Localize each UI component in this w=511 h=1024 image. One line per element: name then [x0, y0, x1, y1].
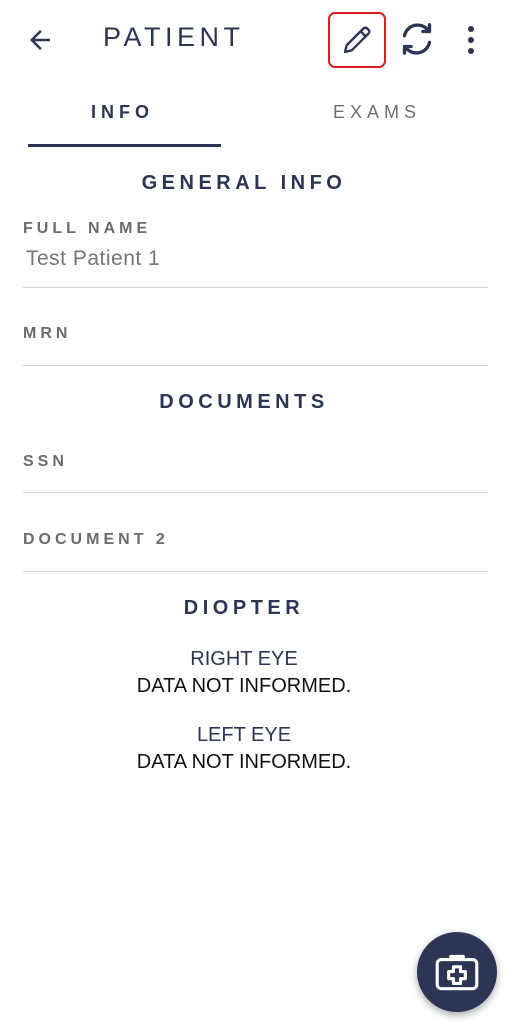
divider — [23, 365, 488, 366]
new-exam-fab[interactable] — [417, 932, 497, 1012]
more-vertical-icon — [468, 26, 474, 54]
full-name-label: FULL NAME — [23, 220, 152, 237]
tab-exams[interactable]: EXAMS — [333, 102, 421, 123]
tab-indicator — [28, 144, 221, 147]
sync-button[interactable] — [396, 18, 438, 60]
tab-bar: INFO EXAMS — [0, 92, 511, 150]
sync-icon — [402, 23, 432, 55]
ssn-label: SSN — [23, 453, 68, 470]
app-bar: PATIENT — [0, 0, 511, 80]
edit-button[interactable] — [328, 12, 386, 68]
right-eye-label: RIGHT EYE — [190, 648, 298, 670]
tab-info[interactable]: INFO — [91, 102, 154, 123]
back-button[interactable] — [22, 22, 58, 58]
right-eye-value: DATA NOT INFORMED. — [136, 675, 352, 697]
general-info-heading: GENERAL INFO — [141, 172, 347, 194]
full-name-value[interactable]: Test Patient 1 — [26, 247, 160, 271]
divider — [23, 571, 488, 572]
more-options-button[interactable] — [455, 20, 487, 60]
medical-kit-icon — [435, 954, 479, 991]
left-eye-value: DATA NOT INFORMED. — [136, 751, 352, 773]
document-2-label: DOCUMENT 2 — [23, 531, 169, 548]
left-eye-label: LEFT EYE — [196, 724, 292, 746]
divider — [23, 492, 488, 493]
arrow-back-icon — [30, 30, 50, 50]
pencil-icon — [343, 26, 371, 54]
divider — [23, 287, 488, 288]
diopter-heading: DIOPTER — [183, 597, 305, 619]
mrn-label: MRN — [23, 325, 72, 342]
documents-heading: DOCUMENTS — [159, 391, 329, 413]
page-title: PATIENT — [103, 22, 245, 52]
